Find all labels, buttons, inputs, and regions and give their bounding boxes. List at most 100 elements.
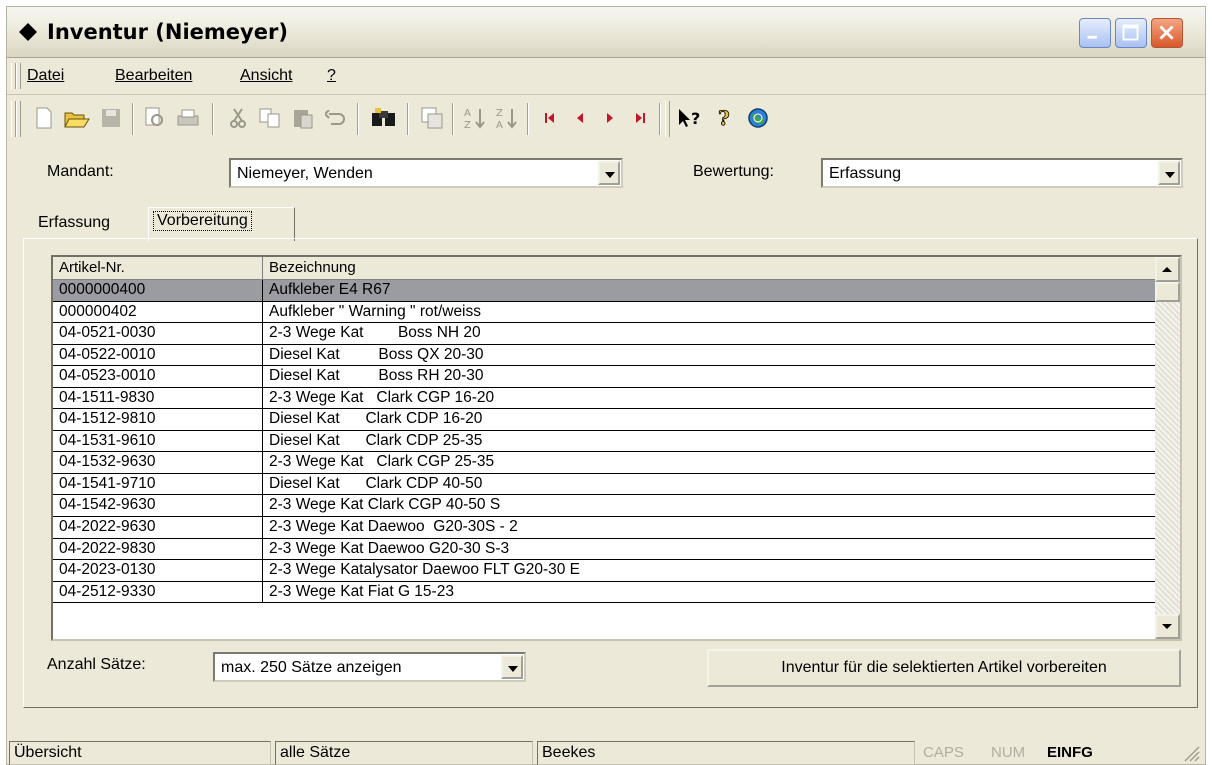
open-icon[interactable] [64,105,90,131]
menu-ansicht[interactable]: Ansicht [240,67,292,85]
svg-text:?: ? [718,106,730,130]
minimize-icon [1087,35,1097,39]
bewertung-value: Erfassung [829,165,902,182]
next-record-icon[interactable] [597,105,623,131]
bewertung-dropdown-button[interactable] [1158,161,1180,185]
article-grid[interactable]: Artikel-Nr. Bezeichnung 0000000400 Aufkle… [51,255,1182,641]
toolbar-separator [527,103,529,135]
minimize-button[interactable] [1079,18,1111,48]
maximize-button[interactable] [1115,18,1147,48]
new-icon[interactable] [31,105,57,131]
maximize-icon [1122,24,1139,41]
svg-text:A: A [496,120,503,130]
save-icon[interactable] [98,105,124,131]
grid-header: Artikel-Nr. Bezeichnung [53,257,1155,280]
table-row[interactable]: 04-2023-0130 2-3 Wege Katalysator Daewoo … [53,560,1155,582]
sort-descending-icon[interactable]: ZA [494,105,520,131]
svg-text:Z: Z [496,108,503,119]
scroll-down-button[interactable] [1155,614,1180,639]
find-icon[interactable] [369,105,399,131]
menu-bearbeiten[interactable]: Bearbeiten [115,67,192,85]
close-icon [1159,25,1174,40]
copy-icon[interactable] [257,105,283,131]
table-row[interactable]: 04-1532-9630 2-3 Wege Kat Clark CGP 25-35 [53,452,1155,474]
table-row[interactable]: 04-0522-0010 Diesel Kat Boss QX 20-30 [53,344,1155,367]
cell-bezeichnung: Diesel Kat Boss QX 20-30 [269,345,484,363]
app-diamond-icon [19,23,37,41]
cell-bezeichnung: 2-3 Wege Katalysator Daewoo FLT G20-30 E [269,561,581,579]
cell-artikel-nr: 04-0522-0010 [53,344,263,366]
cell-bezeichnung: Diesel Kat Boss RH 20-30 [269,367,484,385]
menu-bar: Datei Bearbeiten Ansicht ? [7,58,1205,95]
table-row[interactable]: 0000000400 Aufkleber E4 R67 [53,280,1155,302]
cell-bezeichnung: Diesel Kat Clark CDP 16-20 [269,410,483,428]
prepare-inventory-button[interactable]: Inventur für die selektierten Artikel vo… [707,649,1181,687]
last-record-icon[interactable] [627,105,653,131]
table-row[interactable]: 04-1511-9830 2-3 Wege Kat Clark CGP 16-20 [53,387,1155,410]
caps-indicator: CAPS [923,744,964,761]
internet-icon[interactable] [745,105,771,131]
undo-icon[interactable] [322,105,348,131]
menu-grip-2 [16,63,21,89]
table-row[interactable]: 04-1531-9610 Diesel Kat Clark CDP 25-35 [53,430,1155,453]
table-row[interactable]: 04-2022-9830 2-3 Wege Kat Daewoo G20-30 S… [53,538,1155,561]
chevron-down-icon [508,666,518,672]
mandant-select[interactable]: Niemeyer, Wenden [229,158,623,188]
mandant-dropdown-button[interactable] [598,161,620,185]
mandant-value: Niemeyer, Wenden [237,165,373,182]
table-row[interactable]: 04-2022-9630 2-3 Wege Kat Daewoo G20-30S … [53,517,1155,539]
cell-bezeichnung: Aufkleber E4 R67 [269,281,391,298]
einfg-indicator: EINFG [1047,744,1093,761]
chevron-down-icon [605,172,615,178]
table-row[interactable]: 04-1542-9630 2-3 Wege Kat Clark CGP 40-50… [53,495,1155,518]
column-header-bezeichnung[interactable]: Bezeichnung [263,257,1155,279]
cell-artikel-nr: 04-0523-0010 [53,366,263,387]
cell-bezeichnung: Aufkleber " Warning " rot/weiss [269,302,482,320]
scroll-up-button[interactable] [1155,257,1180,282]
print-preview-icon[interactable] [142,105,168,131]
cell-bezeichnung: Diesel Kat Clark CDP 40-50 [269,474,483,492]
copy-record-icon[interactable] [419,105,445,131]
status-panel-user: Beekes [537,741,915,765]
paste-icon[interactable] [290,105,316,131]
cell-artikel-nr: 04-1531-9610 [53,430,263,452]
resize-grip-icon[interactable] [1181,743,1201,763]
toolbar-separator [407,103,409,135]
sort-ascending-icon[interactable]: AZ [462,105,488,131]
table-row[interactable]: 04-2512-9330 2-3 Wege Kat Fiat G 15-23 [53,581,1155,604]
scroll-thumb[interactable] [1155,282,1180,302]
anzahl-select[interactable]: max. 250 Sätze anzeigen [213,652,526,682]
first-record-icon[interactable] [537,105,563,131]
mandant-label: Mandant: [47,163,114,180]
print-icon[interactable] [175,105,201,131]
column-header-artikel-nr[interactable]: Artikel-Nr. [53,257,263,279]
table-row[interactable]: 04-1541-9710 Diesel Kat Clark CDP 40-50 [53,473,1155,496]
prepare-inventory-label: Inventur für die selektierten Artikel vo… [781,659,1107,676]
help-icon[interactable]: ? [713,105,739,131]
whats-this-icon[interactable]: ? [677,105,707,131]
tab-erfassung[interactable]: Erfassung [38,214,110,232]
tab-vorbereitung[interactable]: Vorbereitung [148,207,295,241]
close-button[interactable] [1151,18,1183,48]
table-row[interactable]: 04-0521-0030 2-3 Wege Kat Boss NH 20 [53,323,1155,345]
menu-help[interactable]: ? [327,67,336,85]
status-bar: Übersicht alle Sätze Beekes CAPS NUM EIN… [7,739,1205,765]
table-row[interactable]: 000000402 Aufkleber " Warning " rot/weiss [53,301,1155,324]
cell-artikel-nr: 04-1542-9630 [53,495,263,517]
cell-artikel-nr: 04-0521-0030 [53,323,263,344]
anzahl-dropdown-button[interactable] [501,655,523,679]
menu-bearbeiten-label: Bearbeiten [115,67,193,84]
application-window: Inventur (Niemeyer) Datei Bearbeiten Ans… [6,6,1206,765]
num-indicator: NUM [991,744,1026,761]
table-row[interactable]: 04-0523-0010 Diesel Kat Boss RH 20-30 [53,366,1155,388]
bewertung-select[interactable]: Erfassung [821,158,1183,188]
cut-icon[interactable] [225,105,251,131]
vertical-scrollbar[interactable] [1155,257,1180,639]
menu-datei[interactable]: Datei [27,67,64,85]
table-row[interactable]: 04-1512-9810 Diesel Kat Clark CDP 16-20 [53,409,1155,431]
cell-artikel-nr: 04-1511-9830 [53,387,263,409]
cell-bezeichnung: 2-3 Wege Kat Daewoo G20-30S - 2 [269,518,518,536]
menu-ansicht-label: Ansicht [240,67,293,84]
title-bar[interactable]: Inventur (Niemeyer) [7,7,1205,58]
previous-record-icon[interactable] [567,105,593,131]
